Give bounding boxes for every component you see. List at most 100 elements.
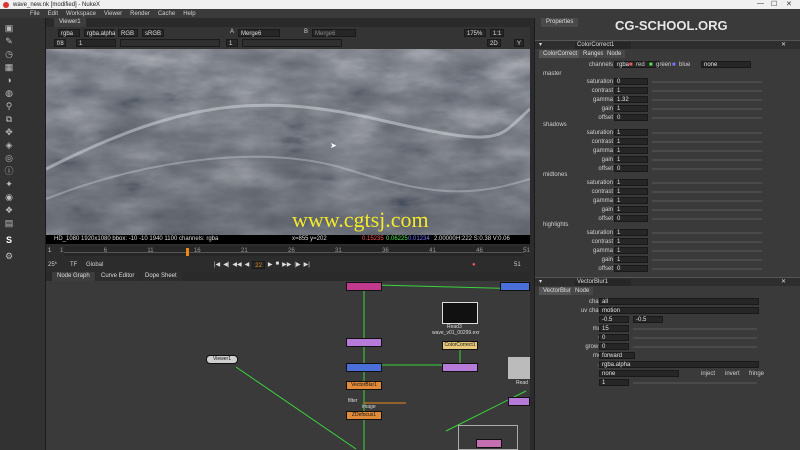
transform-tool-icon[interactable]: ✥ [3,126,15,138]
fps-field[interactable]: 25* [48,262,57,268]
master-contrast-slider[interactable] [652,90,762,92]
menu-cache[interactable]: Cache [158,11,175,17]
midtones-contrast-slider[interactable] [652,191,762,193]
master-gain-slider[interactable] [652,108,762,110]
highlights-saturation-slider[interactable] [652,232,762,234]
close-icon[interactable]: ✕ [786,0,792,8]
vb-grow-field[interactable]: 0 [599,343,629,350]
other-tool-icon[interactable]: ▤ [3,217,15,229]
highlights-contrast-field[interactable]: 1 [614,238,648,245]
shadows-saturation-field[interactable]: 1 [614,129,648,136]
first-frame-icon[interactable]: |◀ [214,261,220,269]
node-mult[interactable] [476,439,502,448]
highlights-gain-field[interactable]: 1 [614,256,648,263]
lut-select[interactable]: sRGB [142,29,164,37]
master-saturation-slider[interactable] [652,81,762,83]
tab-curve-editor[interactable]: Curve Editor [96,272,140,281]
vb-channels-select[interactable]: all [599,298,759,305]
vb-multiply-field[interactable]: 15 [599,325,629,332]
start-frame-field[interactable]: 1 [48,248,51,254]
vb-uv-select[interactable]: motion [599,307,759,314]
node-zdefocus1[interactable]: ZDefocus1 [346,411,382,420]
shadows-contrast-slider[interactable] [652,141,762,143]
master-contrast-field[interactable]: 1 [614,87,648,94]
collapse-icon[interactable]: ▾ [539,278,542,285]
midtones-contrast-field[interactable]: 1 [614,188,648,195]
node-merge-right[interactable] [500,282,530,291]
highlights-gain-slider[interactable] [652,259,762,261]
tab-properties[interactable]: Properties [541,18,579,27]
input-b-select[interactable]: Merge6 [312,29,356,37]
shadows-offset-field[interactable]: 0 [614,165,648,172]
close-panel-icon[interactable]: ✕ [781,41,786,48]
menu-workspace[interactable]: Workspace [66,11,96,17]
cc-alpha-select[interactable]: none [701,61,751,68]
gain-slider[interactable] [120,39,220,47]
tab-viewer1[interactable]: Viewer1 [54,18,86,27]
midtones-saturation-field[interactable]: 1 [614,179,648,186]
vb-mix-field[interactable]: 1 [599,379,629,386]
gamma-field[interactable]: 1 [226,39,238,47]
menu-viewer[interactable]: Viewer [104,11,122,17]
node-colorcorrect1[interactable]: ColorCorrect1 [442,341,478,350]
frame-display-toggle[interactable]: Y [514,39,524,47]
furnace-tool-icon[interactable]: S [3,234,15,246]
range-select[interactable]: Global [86,262,103,268]
tab-dope-sheet[interactable]: Dope Sheet [140,272,182,281]
vb-fringe-checkbox[interactable]: fringe [749,370,764,378]
node-copy[interactable] [346,363,382,372]
shadows-gain-field[interactable]: 1 [614,156,648,163]
particles-tool-icon[interactable]: ✦ [3,178,15,190]
zoom-select[interactable]: 175% [464,29,486,37]
highlights-saturation-field[interactable]: 1 [614,229,648,236]
shadows-offset-slider[interactable] [652,168,762,170]
shadows-gamma-field[interactable]: 1 [614,147,648,154]
master-gamma-slider[interactable] [652,99,762,101]
views-tool-icon[interactable]: ◎ [3,152,15,164]
shadows-gain-slider[interactable] [652,159,762,161]
tab-cc-node[interactable]: Node [603,50,626,58]
midtones-gain-field[interactable]: 1 [614,206,648,213]
midtones-gamma-field[interactable]: 1 [614,197,648,204]
node-grade[interactable] [442,363,478,372]
keyer-tool-icon[interactable]: ⚲ [3,100,15,112]
node-merge[interactable] [346,282,382,291]
play-icon[interactable]: ▶ [268,261,273,269]
green-checkbox[interactable]: ■ [649,61,653,69]
node-shuffle-right[interactable] [508,397,530,406]
vb-offset-slider[interactable] [633,337,757,339]
vb-alpha-select[interactable]: rgba.alpha [599,361,759,368]
gain-field[interactable]: 1 [76,39,116,47]
prev-key-icon[interactable]: ◀| [223,261,229,269]
highlights-gamma-field[interactable]: 1 [614,247,648,254]
end-frame-field[interactable]: 51 [514,262,521,268]
maximize-icon[interactable]: ☐ [771,0,777,8]
image-tool-icon[interactable]: ▣ [3,22,15,34]
tab-colorcorrect[interactable]: ColorCorrect [539,50,582,58]
master-saturation-field[interactable]: 0 [614,78,648,85]
vb-method-select[interactable]: forward [599,352,635,359]
menu-file[interactable]: File [30,11,40,17]
shadows-contrast-field[interactable]: 1 [614,138,648,145]
shadows-saturation-slider[interactable] [652,132,762,134]
midtones-gain-slider[interactable] [652,209,762,211]
master-gain-field[interactable]: 1 [614,105,648,112]
vb-invert-checkbox[interactable]: invert [725,370,740,378]
section-shadows[interactable]: shadows [543,121,567,129]
vb-mask-select[interactable]: none [599,370,679,377]
stop-icon[interactable]: ■ [276,261,280,269]
midtones-offset-slider[interactable] [652,218,762,220]
master-offset-slider[interactable] [652,117,762,119]
close-panel-icon[interactable]: ✕ [781,278,786,285]
fstop-field[interactable]: f/8 [54,39,66,47]
node-shuffle[interactable] [346,338,382,347]
shadows-gamma-slider[interactable] [652,150,762,152]
tab-node-graph[interactable]: Node Graph [52,272,95,281]
menu-render[interactable]: Render [130,11,150,17]
section-highlights[interactable]: highlights [543,221,568,229]
tab-vb-node[interactable]: Node [571,287,594,295]
input-a-select[interactable]: Merge6 [238,29,280,37]
red-checkbox[interactable]: ■ [629,61,633,69]
blue-checkbox[interactable]: ■ [672,61,676,69]
ofx-tool-icon[interactable]: ⚙ [3,250,15,262]
